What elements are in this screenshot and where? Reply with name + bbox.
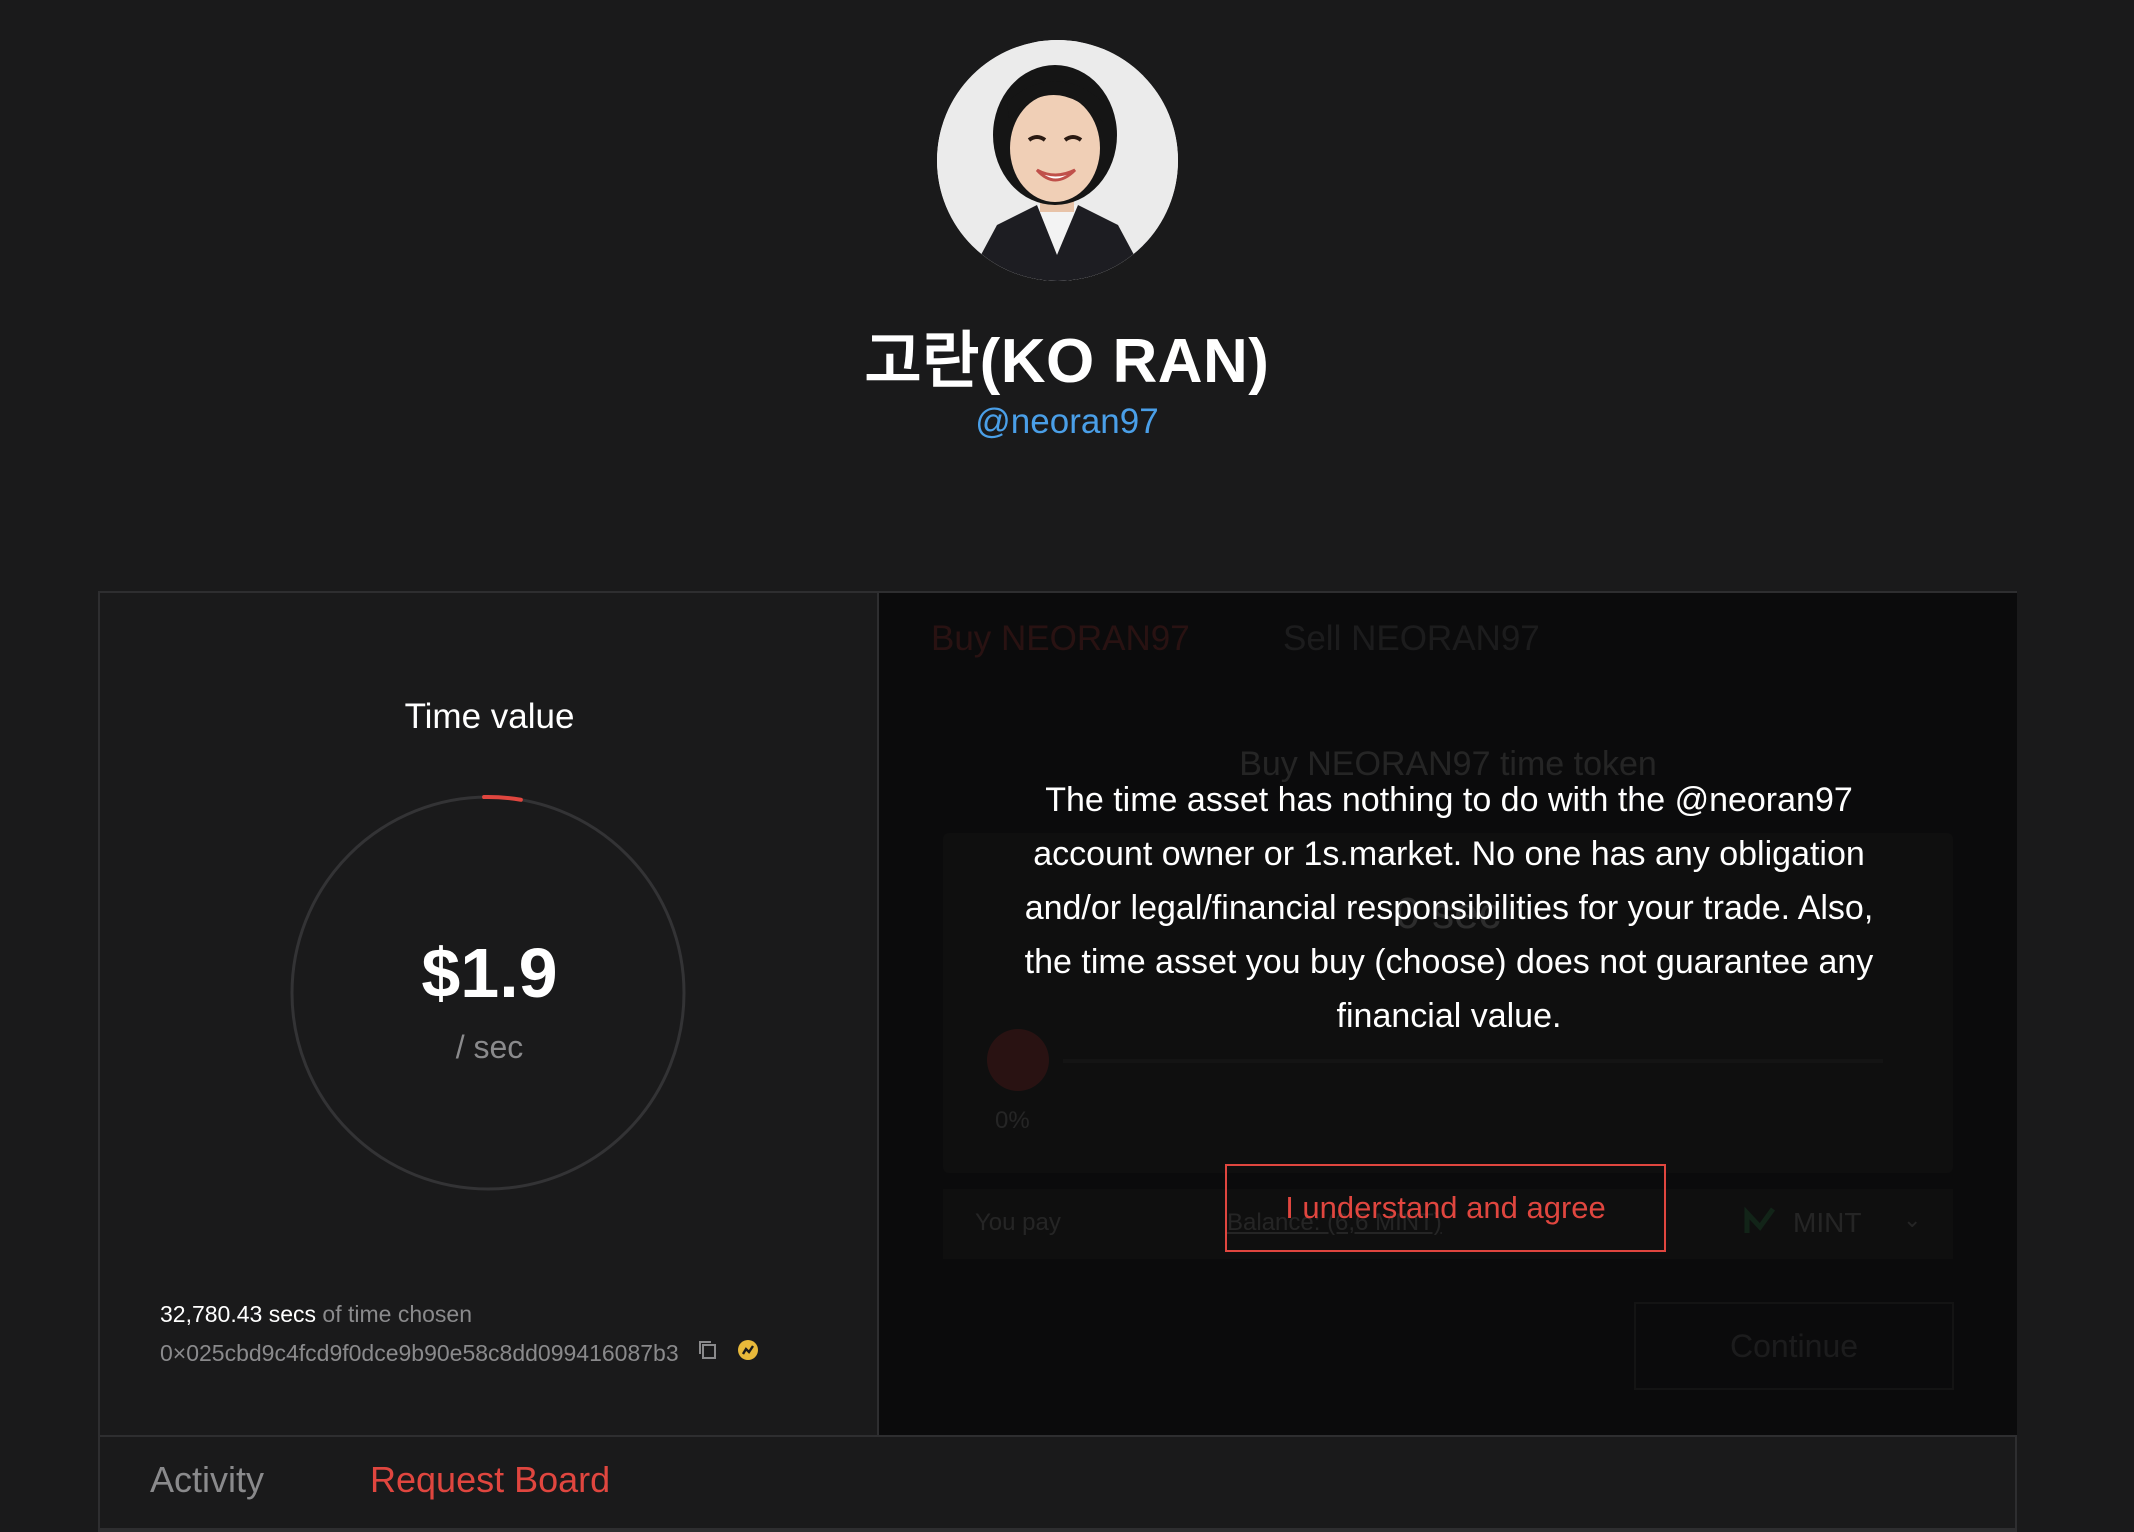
time-value-title: Time value [404,697,575,736]
time-chosen-suffix: of time chosen [316,1301,472,1327]
tab-request-board[interactable]: Request Board [370,1459,610,1501]
trade-panel: Buy NEORAN97 Sell NEORAN97 Buy NEORAN97 … [879,593,2017,1435]
profile-handle-link[interactable]: @neoran97 [0,402,2134,442]
time-chosen-stat: 32,780.43 secs of time chosen [160,1301,472,1328]
profile-name: 고란(KO RAN) [864,327,1270,396]
time-value-panel: Time value $1.9 / sec 32,780.43 secs of … [100,593,879,1435]
bottom-tabs: Activity Request Board [100,1435,2015,1530]
time-value-unit: / sec [455,1029,524,1065]
agree-button[interactable]: I understand and agree [1225,1164,1666,1252]
explorer-icon[interactable] [737,1339,759,1367]
disclaimer-overlay: The time asset has nothing to do with th… [879,593,2017,1435]
copy-icon[interactable] [697,1339,719,1367]
contract-address-row: 0×025cbd9c4fcd9f0dce9b90e58c8dd099416087… [160,1339,759,1367]
tab-activity[interactable]: Activity [150,1459,264,1501]
time-value-amount: $1.9 [421,934,558,1012]
token-card: Time value $1.9 / sec 32,780.43 secs of … [98,591,2017,1532]
avatar [937,40,1178,281]
disclaimer-text: The time asset has nothing to do with th… [1024,781,1874,1035]
contract-address: 0×025cbd9c4fcd9f0dce9b90e58c8dd099416087… [160,1339,679,1366]
time-chosen-secs: 32,780.43 secs [160,1301,317,1327]
